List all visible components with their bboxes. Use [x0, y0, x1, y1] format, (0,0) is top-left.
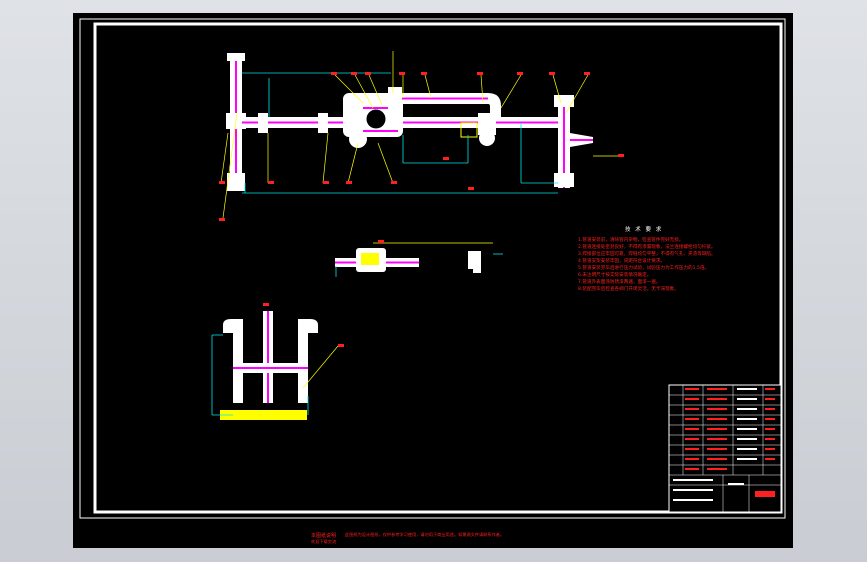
side-view-piping	[211, 303, 344, 420]
main-piping-view	[219, 51, 624, 221]
technical-requirement-item: 3.焊接部位应牢固可靠，焊缝均匀平整，不得有气孔、夹渣等缺陷。	[578, 252, 716, 257]
technical-requirement-item: 6.未注明尺寸按实际安装情况确定。	[578, 273, 652, 278]
footer-note-body: 此图纸为设计图纸，仅供参考学习使用，请勿用于商业用途。如需源文件请联系作者。	[345, 532, 505, 537]
technical-requirement-item: 7.管道外表面涂防锈漆两遍，面漆一遍。	[578, 280, 661, 285]
technical-requirement-item: 5.管道安装完毕后进行压力试验，试验压力为工作压力的1.5倍。	[578, 266, 710, 271]
technical-requirement-item: 4.管道支架安装牢固，间距符合设计要求。	[578, 259, 666, 264]
cad-drawing-canvas[interactable]: 技 术 要 求 1.管道安装前，清除管内杂物，检查管件完好无损。 2.管道连接处…	[73, 13, 793, 548]
foundation-hatch	[220, 410, 307, 420]
technical-requirement-item: 2.管道连接处密封良好，不得有渗漏现象，法兰连接螺栓均匀拧紧。	[578, 245, 716, 250]
technical-requirement-item: 1.管道安装前，清除管内杂物，检查管件完好无损。	[578, 238, 684, 243]
footer-note-line2: 欢迎下载交流	[311, 539, 337, 544]
technical-requirements-title: 技 术 要 求	[625, 227, 663, 233]
top-view-piping	[335, 240, 503, 277]
title-block	[668, 384, 782, 513]
technical-requirement-item: 8.装配完毕后检查各阀门开闭灵活，无卡滞现象。	[578, 287, 679, 292]
footer-note-title: 本图纸说明	[311, 533, 337, 539]
drawing-sheet	[79, 18, 786, 519]
